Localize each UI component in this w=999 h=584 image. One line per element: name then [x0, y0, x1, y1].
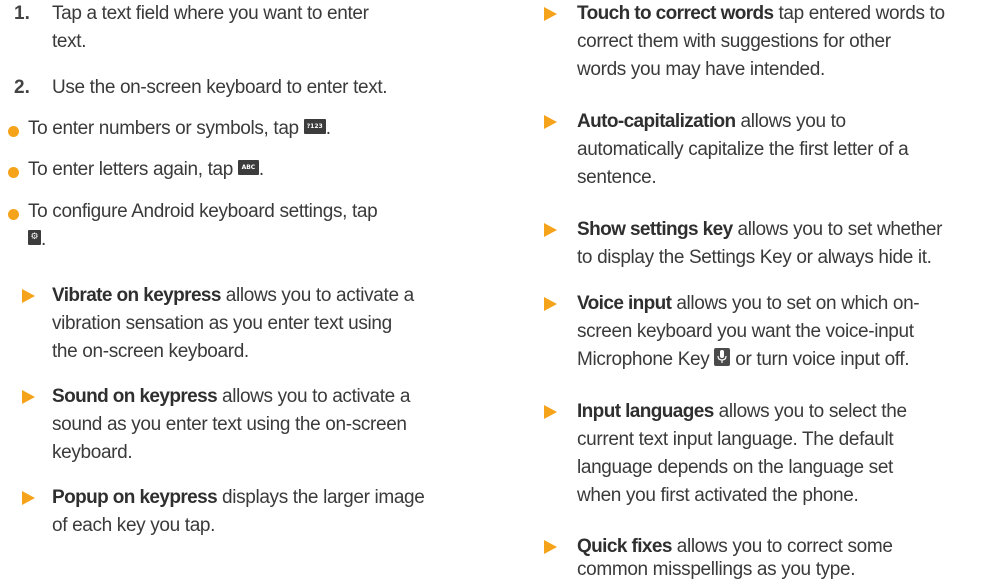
setting-text: allows you to — [735, 111, 846, 132]
abc-key-icon: ABC — [237, 160, 259, 176]
setting-term: Voice input — [577, 293, 672, 314]
setting-term: Touch to correct words — [577, 3, 774, 24]
gear-icon: ⚙ — [28, 230, 41, 246]
setting-text: when you first activated the phone. — [577, 485, 859, 506]
bullet-icon — [8, 167, 19, 178]
setting-term: Vibrate on keypress — [52, 285, 221, 306]
bullet-punct: . — [41, 229, 46, 250]
setting-text: sentence. — [577, 167, 657, 188]
arrow-bullet-icon — [544, 7, 557, 21]
setting-text: to display the Settings Key or always hi… — [577, 247, 932, 268]
setting-item: Show settings key allows you to set whet… — [577, 216, 942, 244]
arrow-bullet-icon — [544, 297, 557, 311]
setting-text: the on-screen keyboard. — [52, 341, 249, 362]
setting-item: Sound on keypress allows you to activate… — [52, 383, 410, 411]
setting-text: tap entered words to — [773, 3, 945, 24]
setting-text: allows you to set whether — [732, 219, 943, 240]
setting-text: Microphone Key — [577, 349, 710, 370]
setting-text: allows you to activate a — [220, 285, 414, 306]
setting-text: displays the larger image — [217, 487, 425, 508]
setting-text: common misspellings as you type. — [577, 559, 856, 580]
step-number: 2. — [14, 77, 30, 98]
setting-text: automatically capitalize the first lette… — [577, 139, 909, 160]
setting-item: Input languages allows you to select the — [577, 398, 907, 426]
setting-term: Popup on keypress — [52, 487, 218, 508]
setting-text: current text input language. The default — [577, 429, 894, 450]
setting-text: keyboard. — [52, 442, 133, 463]
setting-item: Popup on keypress displays the larger im… — [52, 484, 425, 512]
arrow-bullet-icon — [544, 223, 557, 237]
setting-text: sound as you enter text using the on-scr… — [52, 414, 407, 435]
bullet-icon — [8, 126, 19, 137]
setting-term: Quick fixes — [577, 536, 672, 557]
microphone-icon — [714, 347, 731, 366]
setting-text: correct them with suggestions for other — [577, 31, 891, 52]
bullet-punct: . — [325, 118, 331, 139]
setting-term: Show settings key — [577, 219, 733, 240]
arrow-bullet-icon — [22, 289, 35, 303]
bullet-text: To enter letters again, tap — [28, 159, 233, 180]
bullet-punct: . — [258, 159, 264, 180]
setting-item: Voice input allows you to set on which o… — [577, 290, 920, 318]
setting-text: allows you to correct some — [671, 536, 893, 557]
setting-text: or turn voice input off. — [730, 349, 910, 370]
setting-item: Vibrate on keypress allows you to activa… — [52, 282, 414, 310]
setting-text: vibration sensation as you enter text us… — [52, 313, 392, 334]
bullet-icon — [8, 209, 19, 220]
setting-term: Input languages — [577, 401, 714, 422]
setting-text: of each key you tap. — [52, 515, 216, 536]
bullet-text: To enter numbers or symbols, tap — [28, 118, 299, 139]
bullet-item: To enter letters again, tap ABC. — [28, 156, 264, 184]
setting-text: screen keyboard you want the voice-input — [577, 321, 914, 342]
setting-item: Microphone Key or turn voice input off. — [577, 346, 910, 374]
setting-text: allows you to select the — [713, 401, 907, 422]
setting-text: allows you to set on which on- — [671, 293, 920, 314]
arrow-bullet-icon — [22, 390, 35, 404]
arrow-bullet-icon — [544, 405, 557, 419]
arrow-bullet-icon — [544, 540, 557, 554]
symbols-key-icon: ?123 — [303, 119, 326, 135]
step-number: 1. — [14, 3, 30, 24]
bullet-item: To enter numbers or symbols, tap ?123. — [28, 115, 331, 143]
arrow-bullet-icon — [544, 115, 557, 129]
bullet-item-cont: ⚙. — [28, 226, 46, 254]
setting-text: language depends on the language set — [577, 457, 893, 478]
bullet-item: To configure Android keyboard settings, … — [28, 201, 378, 222]
step-text: text. — [52, 31, 87, 52]
setting-text: allows you to activate a — [217, 386, 411, 407]
arrow-bullet-icon — [22, 491, 35, 505]
step-text: Use the on-screen keyboard to enter text… — [52, 77, 388, 98]
setting-text: words you may have intended. — [577, 59, 825, 80]
setting-term: Auto-capitalization — [577, 111, 736, 132]
step-text: Tap a text field where you want to enter — [52, 3, 369, 24]
setting-term: Sound on keypress — [52, 386, 218, 407]
setting-item: Touch to correct words tap entered words… — [577, 0, 945, 28]
setting-item: Auto-capitalization allows you to — [577, 108, 846, 136]
